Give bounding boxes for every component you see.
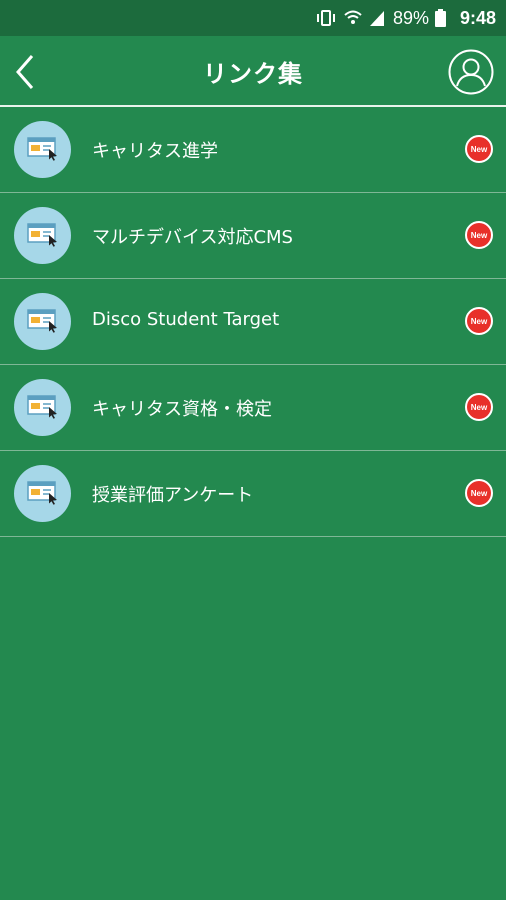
user-circle-icon [448,49,494,99]
status-bar: 89% 9:48 [0,0,506,36]
new-badge: New [465,393,493,421]
browser-cursor-icon [14,121,71,178]
browser-cursor-icon [14,293,71,350]
browser-cursor-icon [14,465,71,522]
new-badge: New [465,221,493,249]
page-title: リンク集 [203,60,303,88]
new-badge: New [465,307,493,335]
browser-cursor-icon [14,379,71,436]
link-list: キャリタス進学 New マルチデバイス対応CMS New Disco Stude… [0,107,506,537]
link-label: キャリタス資格・検定 [92,399,272,420]
link-label: 授業評価アンケート [92,485,254,506]
vibrate-icon [315,9,337,27]
new-badge: New [465,135,493,163]
battery-percent: 89% [392,7,429,28]
browser-cursor-icon [14,207,71,264]
list-item[interactable]: キャリタス進学 New [0,107,506,193]
new-badge: New [465,479,493,507]
profile-button[interactable] [448,49,494,95]
link-label: マルチデバイス対応CMS [92,227,293,248]
list-item[interactable]: キャリタス資格・検定 New [0,365,506,451]
clock: 9:48 [459,7,496,28]
link-label: キャリタス進学 [92,141,218,162]
battery-icon [434,9,446,27]
list-item[interactable]: Disco Student Target New [0,279,506,365]
status-icons: 89% 9:48 [315,0,496,36]
link-label: Disco Student Target [92,309,280,330]
list-item[interactable]: マルチデバイス対応CMS New [0,193,506,279]
wifi-icon [343,9,363,27]
signal-icon [369,9,385,27]
list-item[interactable]: 授業評価アンケート New [0,451,506,537]
